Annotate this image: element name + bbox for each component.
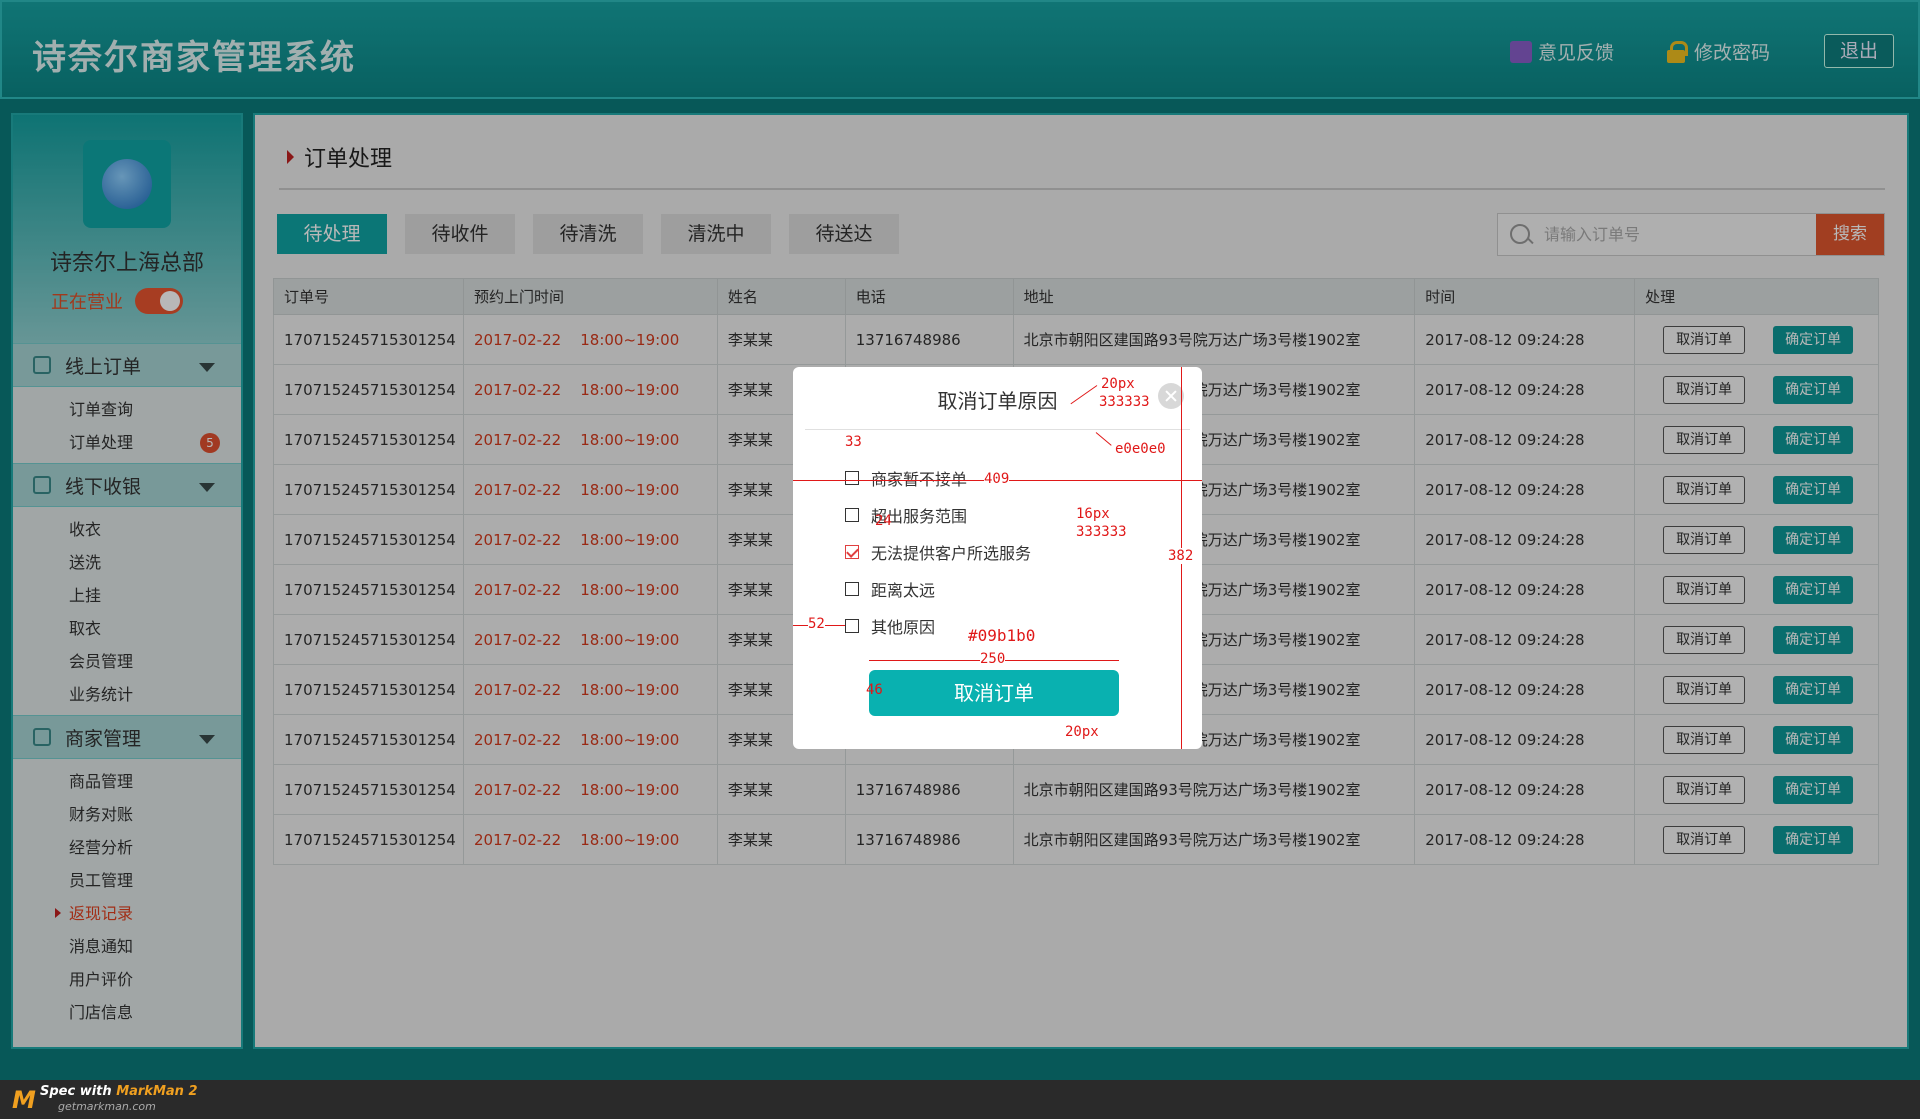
ann-line-color: e0e0e0 [1115,441,1166,457]
ann-text-color: 333333 [1076,524,1127,540]
ann-text-size: 16px [1076,506,1110,522]
ann-btn-width: 250 [980,651,1006,667]
reason-label: 距离太远 [871,580,936,600]
reason-option[interactable]: 超出服务范围 [845,496,1031,533]
reason-checkbox[interactable] [845,507,859,522]
markman-logo-icon: M [12,1086,36,1114]
reason-label: 商家暂不接单 [871,469,968,489]
ann-left-pad: 52 [808,616,825,632]
ann-btn-text-size: 20px [1065,724,1099,740]
reason-checkbox[interactable] [845,544,859,559]
reason-option[interactable]: 距离太远 [845,570,1031,607]
ann-title-size: 20px [1101,376,1135,392]
ann-btn-color: #09b1b0 [968,626,1036,645]
ann-row-height: 24 [875,513,892,529]
ann-btn-height: 46 [866,682,883,698]
reason-label: 无法提供客户所选服务 [871,543,1032,563]
cancel-reason-modal: 取消订单原因 商家暂不接单 超出服务范围 无法提供客户所选服务 距离太远 其他原因 取消… [793,367,1202,749]
modal-cancel-order-button[interactable]: 取消订单 [869,670,1119,716]
markman-footer: M Spec with MarkMan 2 getmarkman.com [0,1080,1920,1119]
ann-height: 382 [1168,548,1194,564]
ann-width: 409 [984,471,1010,487]
modal-divider [805,429,1190,430]
reason-checkbox[interactable] [845,581,859,596]
spec-url: getmarkman.com [58,1100,156,1113]
reason-label: 其他原因 [871,617,936,637]
ann-gap-top: 33 [845,434,862,450]
reason-checkbox[interactable] [845,618,859,633]
reason-checkbox[interactable] [845,470,859,485]
reason-option[interactable]: 无法提供客户所选服务 [845,533,1031,570]
spec-label: Spec with MarkMan 2 [40,1084,198,1099]
ann-title-color: 333333 [1099,394,1150,410]
